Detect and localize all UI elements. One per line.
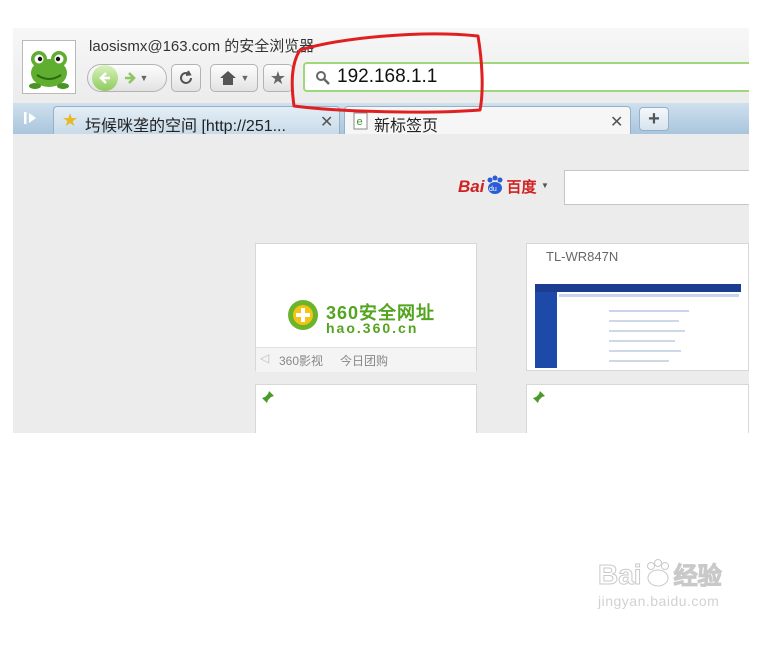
chevron-down-icon[interactable]: ▼ bbox=[541, 181, 549, 190]
forward-arrow-icon[interactable] bbox=[122, 70, 138, 86]
watermark-site: jingyan.baidu.com bbox=[598, 593, 720, 609]
new-tab-button[interactable]: + bbox=[639, 107, 669, 131]
address-bar[interactable] bbox=[303, 62, 749, 92]
home-button[interactable]: ▼ bbox=[210, 64, 258, 92]
back-forward-group: ▼ bbox=[87, 64, 167, 92]
watermark: Bai 经验 jingyan.baidu.com bbox=[598, 556, 723, 610]
speed-dial-tile[interactable]: 360安全网址 hao.360.cn ◁ 360影视 今日团购 bbox=[255, 243, 477, 372]
sidebar-toggle-icon bbox=[24, 112, 36, 124]
router-page-thumbnail bbox=[535, 284, 741, 368]
speaker-icon: ◁ bbox=[260, 351, 270, 365]
tab-new-tab[interactable]: e 新标签页 ✕ bbox=[344, 106, 631, 135]
back-arrow-icon bbox=[98, 72, 110, 84]
paw-icon: du bbox=[487, 175, 503, 194]
page-icon: e bbox=[353, 112, 368, 130]
star-icon: ★ bbox=[62, 110, 79, 130]
speed-dial-tile[interactable] bbox=[255, 384, 477, 433]
close-icon[interactable]: ✕ bbox=[320, 112, 333, 132]
tab-qzone[interactable]: ★ 圬候咪垄的空间 [http://251... ✕ bbox=[53, 106, 340, 135]
search-icon bbox=[316, 71, 330, 85]
360-logo-icon bbox=[288, 300, 318, 330]
search-input[interactable] bbox=[564, 170, 749, 205]
pin-icon[interactable] bbox=[261, 390, 275, 404]
sidebar-toggle-button[interactable] bbox=[22, 109, 40, 127]
chevron-down-icon[interactable]: ▼ bbox=[241, 73, 250, 83]
account-label: laosismx@163.com 的安全浏览器 bbox=[89, 38, 315, 55]
site-logo-url: hao.360.cn bbox=[326, 320, 419, 336]
svg-text:du: du bbox=[489, 186, 497, 193]
search-engine-logo[interactable]: Bai du 百度 ▼ bbox=[458, 174, 549, 197]
tab-label: 圬候咪垄的空间 [http://251... bbox=[85, 118, 286, 135]
close-icon[interactable]: ✕ bbox=[610, 112, 623, 132]
svg-text:e: e bbox=[357, 116, 363, 128]
tile-link[interactable]: 360影视 bbox=[279, 352, 323, 369]
watermark-logo: Bai bbox=[598, 559, 643, 591]
star-icon: ★ bbox=[269, 67, 287, 88]
refresh-icon bbox=[180, 70, 192, 84]
frog-icon bbox=[29, 51, 69, 89]
back-button[interactable] bbox=[91, 65, 118, 91]
tab-bar: ★ 圬候咪垄的空间 [http://251... ✕ e 新标签页 ✕ + bbox=[13, 103, 749, 135]
plus-icon: + bbox=[648, 108, 660, 130]
chevron-down-icon[interactable]: ▼ bbox=[140, 73, 149, 83]
tab-label: 新标签页 bbox=[374, 118, 439, 135]
tile-title: TL-WR847N bbox=[546, 249, 619, 264]
tile-link[interactable]: 今日团购 bbox=[340, 352, 388, 369]
pin-icon[interactable] bbox=[532, 390, 546, 404]
home-icon bbox=[219, 71, 236, 85]
browser-window: laosismx@163.com 的安全浏览器 ▼ ▼ ★ ★ bbox=[13, 28, 749, 433]
tile-footer: ◁ 360影视 今日团购 bbox=[256, 347, 476, 372]
address-input[interactable] bbox=[337, 67, 737, 87]
favorites-button[interactable]: ★ bbox=[263, 64, 293, 92]
avatar[interactable] bbox=[22, 40, 76, 94]
toolbar: laosismx@163.com 的安全浏览器 ▼ ▼ ★ bbox=[13, 28, 749, 100]
speed-dial-tile[interactable] bbox=[526, 384, 749, 433]
speed-dial-tile[interactable]: TL-WR847N bbox=[526, 243, 749, 371]
paw-icon bbox=[646, 559, 669, 587]
refresh-button[interactable] bbox=[171, 64, 201, 92]
new-tab-page: Bai du 百度 ▼ 360安全网址 hao.360.cn ◁ 360影视 今日团… bbox=[13, 134, 749, 433]
watermark-logo-suffix: 经验 bbox=[673, 563, 722, 591]
